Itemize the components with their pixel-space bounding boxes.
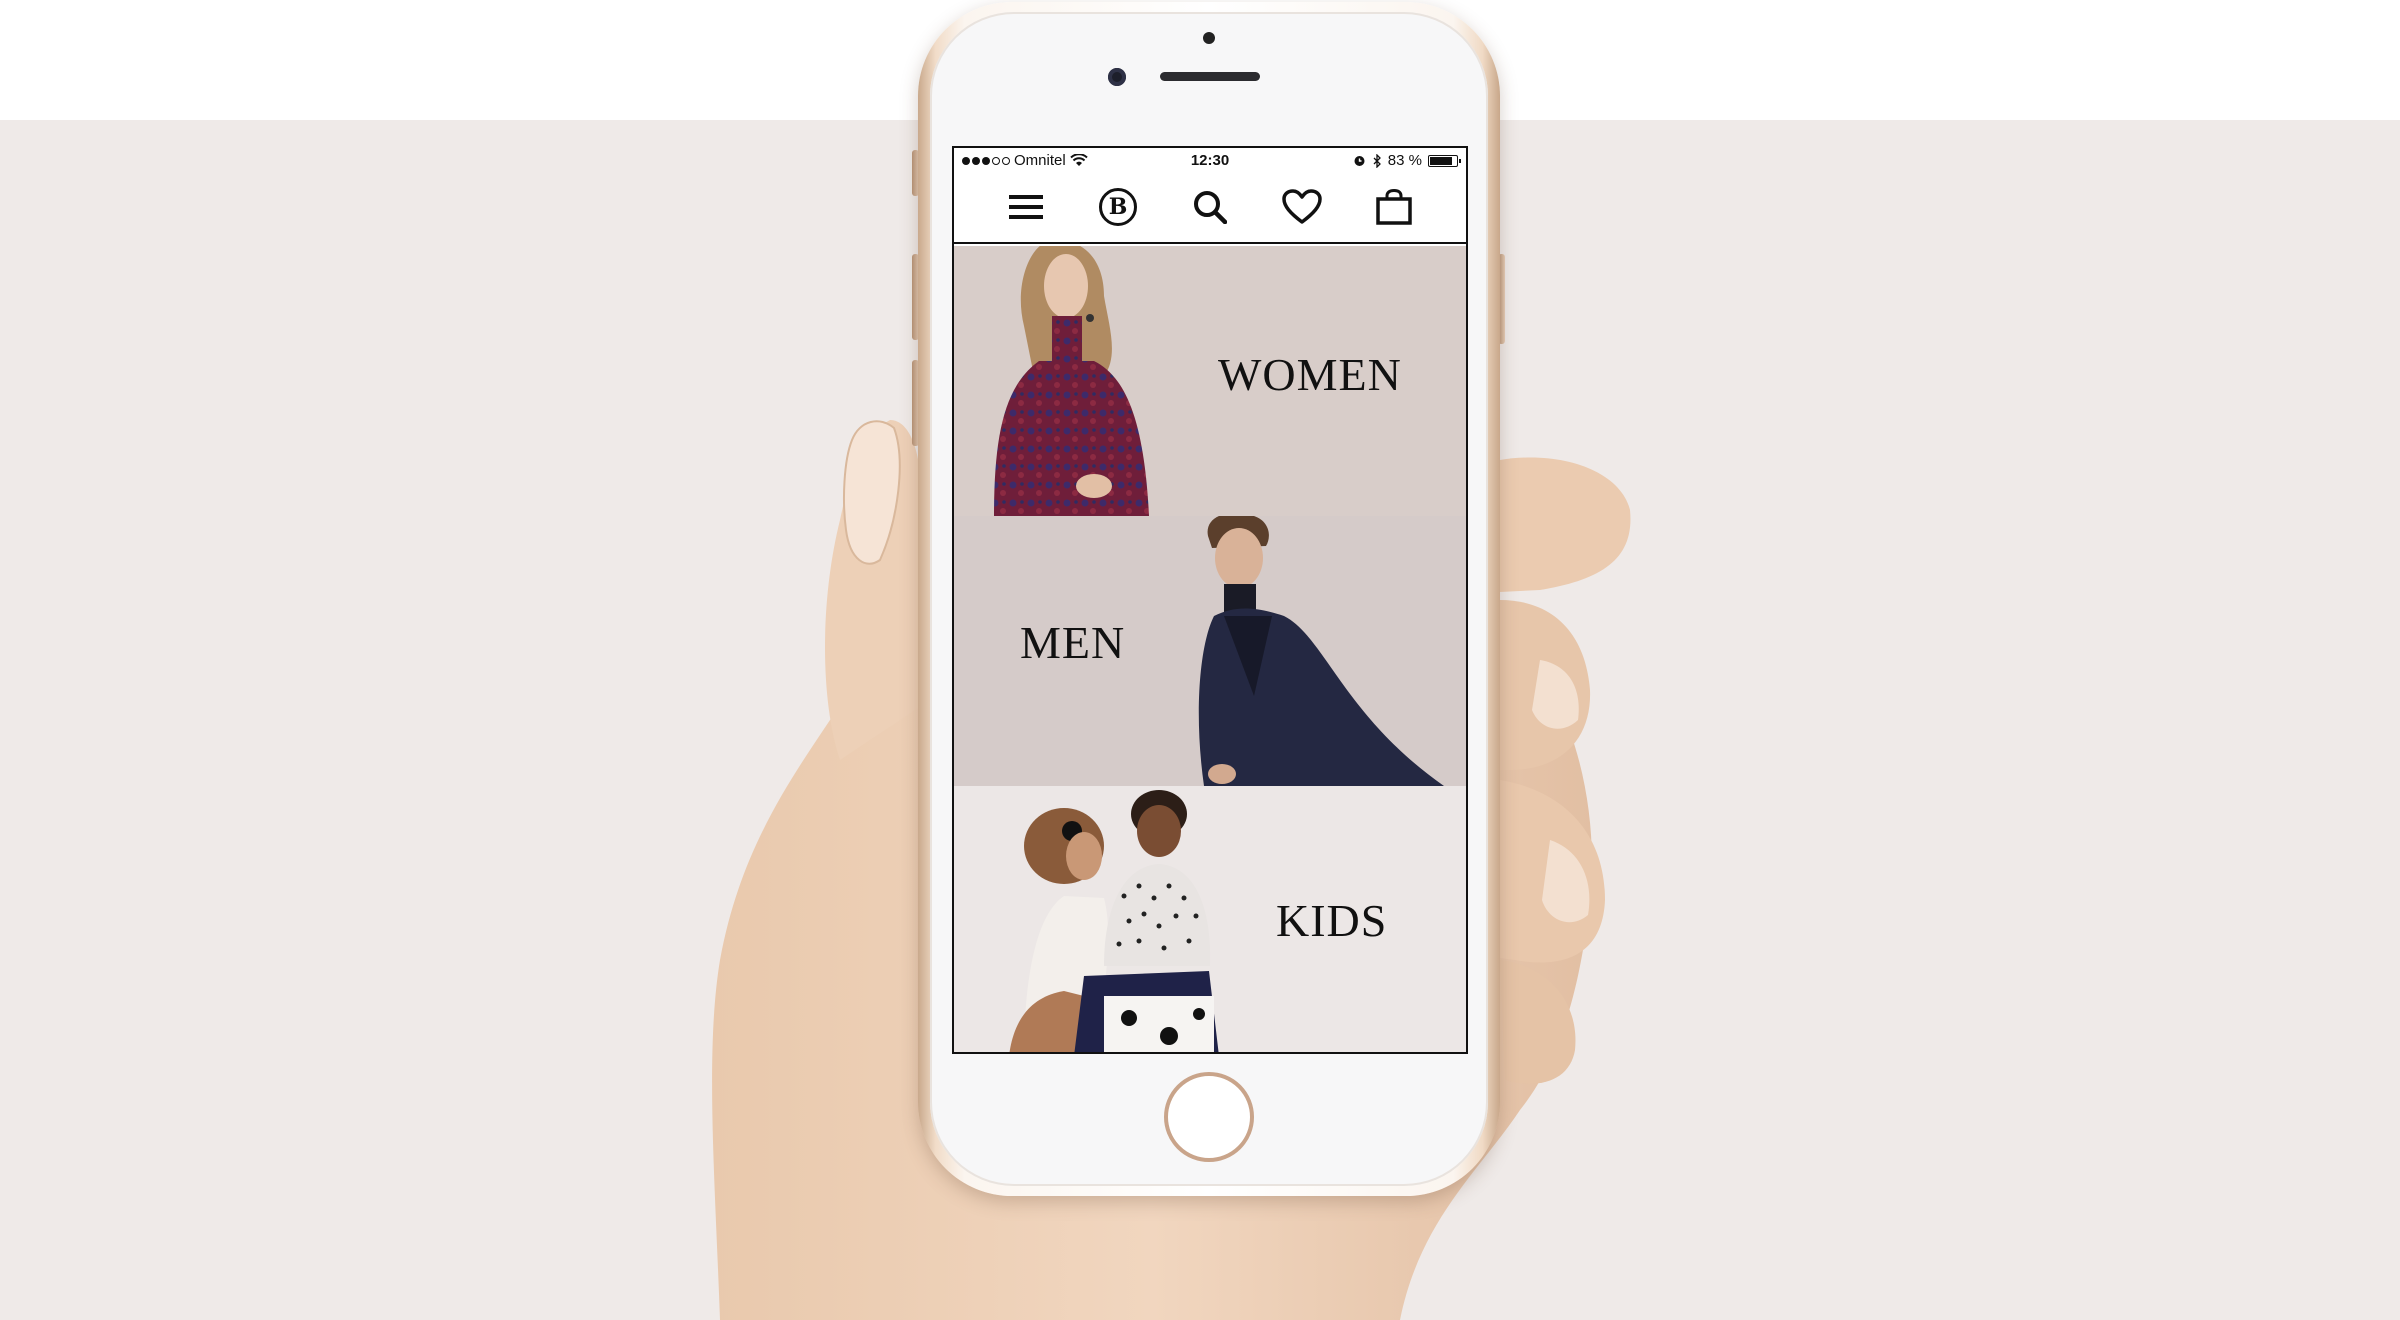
battery-fill: [1430, 156, 1452, 165]
home-logo-button[interactable]: B: [1096, 185, 1140, 229]
category-men-label: MEN: [1020, 617, 1126, 668]
kids-models-photo: [1009, 790, 1219, 1052]
app-navbar: B: [954, 172, 1466, 244]
app-screen: Omnitel 12:30 83 % B WOMEN MEN KIDS: [952, 146, 1468, 1054]
logo-icon: B: [1099, 188, 1137, 226]
cart-button[interactable]: [1372, 185, 1416, 229]
front-camera: [1108, 68, 1126, 86]
status-bar: Omnitel 12:30 83 %: [954, 148, 1466, 172]
category-men[interactable]: MEN: [954, 516, 1466, 786]
wishlist-button[interactable]: [1280, 185, 1324, 229]
status-right: 83 %: [1353, 152, 1461, 169]
category-women-label: WOMEN: [1218, 349, 1402, 400]
bag-icon: [1376, 189, 1412, 225]
alarm-icon: [1354, 156, 1365, 166]
menu-button[interactable]: [1004, 185, 1048, 229]
category-women[interactable]: WOMEN: [954, 246, 1466, 516]
home-button[interactable]: [1164, 1072, 1254, 1162]
category-kids[interactable]: KIDS: [954, 786, 1466, 1052]
menu-icon: [1009, 195, 1043, 219]
earpiece-speaker: [1160, 72, 1260, 81]
bluetooth-icon: [1373, 153, 1381, 168]
category-kids-label: KIDS: [1276, 895, 1388, 946]
heart-icon: [1282, 189, 1322, 224]
search-button[interactable]: [1188, 185, 1232, 229]
proximity-sensor: [1203, 32, 1215, 44]
battery-icon: [1428, 154, 1461, 167]
battery-percent: 83 %: [1387, 152, 1422, 169]
search-icon: [1194, 191, 1227, 224]
